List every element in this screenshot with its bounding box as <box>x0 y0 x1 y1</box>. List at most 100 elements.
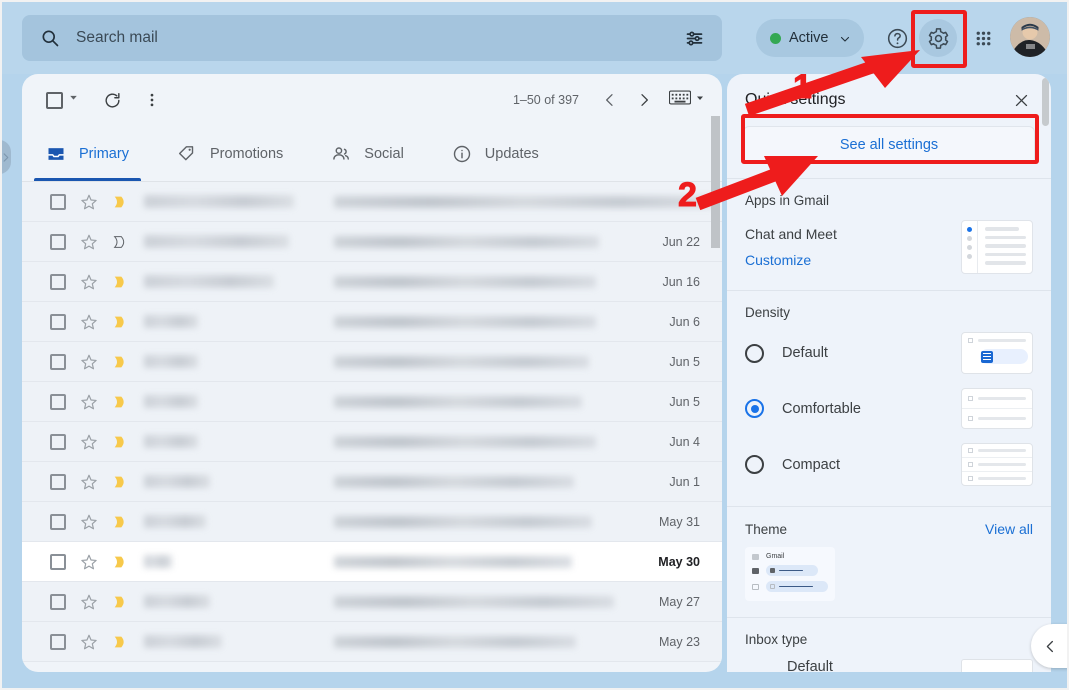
star-icon[interactable] <box>80 513 98 531</box>
important-marker-icon[interactable] <box>112 594 128 610</box>
row-checkbox[interactable] <box>50 513 66 530</box>
star-icon[interactable] <box>80 233 98 251</box>
star-icon[interactable] <box>80 273 98 291</box>
row-checkbox[interactable] <box>50 553 66 570</box>
more-vertical-icon[interactable] <box>134 82 170 118</box>
inbox-type-option-default[interactable]: Default Customize <box>745 659 1033 672</box>
input-tools-control[interactable] <box>668 90 706 110</box>
important-marker-icon[interactable] <box>112 474 128 490</box>
density-option-compact[interactable]: Compact <box>745 443 1033 486</box>
star-icon[interactable] <box>80 633 98 651</box>
row-checkbox[interactable] <box>50 633 66 650</box>
chevron-down-icon <box>694 91 706 109</box>
important-marker-icon[interactable] <box>112 634 128 650</box>
chevron-down-icon[interactable] <box>67 91 80 109</box>
sidebar-expand-handle[interactable] <box>0 140 11 174</box>
table-row[interactable]: Jun 4 <box>22 422 722 462</box>
star-icon[interactable] <box>80 433 98 451</box>
row-checkbox[interactable] <box>50 193 66 210</box>
row-checkbox[interactable] <box>50 473 66 490</box>
row-checkbox[interactable] <box>50 313 66 330</box>
search-bar[interactable] <box>22 15 722 61</box>
row-checkbox[interactable] <box>50 353 66 370</box>
theme-view-all-link[interactable]: View all <box>985 521 1033 537</box>
row-subject <box>334 515 592 528</box>
important-marker-icon[interactable] <box>112 194 128 210</box>
next-page-button[interactable] <box>629 85 659 115</box>
row-sender <box>144 555 172 568</box>
row-checkbox[interactable] <box>50 593 66 610</box>
table-row[interactable]: Jun 5 <box>22 382 722 422</box>
quick-settings-scrollbar[interactable] <box>1042 78 1049 126</box>
row-checkbox[interactable] <box>50 233 66 250</box>
table-row[interactable] <box>22 182 722 222</box>
chat-and-meet-label: Chat and Meet <box>745 226 837 242</box>
side-panel-toggle-button[interactable] <box>1031 624 1069 668</box>
table-row[interactable]: May 30 <box>22 542 722 582</box>
table-row[interactable]: May 31 <box>22 502 722 542</box>
density-option-default[interactable]: Default <box>745 332 1033 374</box>
apps-customize-link[interactable]: Customize <box>745 252 837 268</box>
row-checkbox[interactable] <box>50 393 66 410</box>
table-row[interactable]: Jun 6 <box>22 302 722 342</box>
status-chip[interactable]: Active <box>756 19 864 57</box>
important-marker-icon[interactable] <box>112 554 128 570</box>
top-bar: Active <box>0 0 1069 74</box>
radio-button[interactable] <box>745 399 764 418</box>
checkbox-icon[interactable] <box>46 91 63 109</box>
row-checkbox[interactable] <box>50 433 66 450</box>
row-subject <box>334 555 572 568</box>
info-icon <box>452 144 472 164</box>
radio-button[interactable] <box>745 455 764 474</box>
gear-icon[interactable] <box>919 19 957 57</box>
prev-page-button[interactable] <box>595 85 625 115</box>
star-icon[interactable] <box>80 313 98 331</box>
important-marker-icon[interactable] <box>112 314 128 330</box>
apps-grid-icon[interactable] <box>964 19 1002 57</box>
row-sender <box>144 235 289 248</box>
important-marker-icon[interactable] <box>112 514 128 530</box>
star-icon[interactable] <box>80 193 98 211</box>
important-marker-icon[interactable] <box>112 234 128 250</box>
filter-tune-icon[interactable] <box>676 20 712 56</box>
row-date: Jun 4 <box>669 434 700 449</box>
tab-promotions[interactable]: Promotions <box>153 126 307 181</box>
select-all-control[interactable] <box>46 91 80 109</box>
table-row[interactable]: May 27 <box>22 582 722 622</box>
help-circle-icon[interactable] <box>878 19 916 57</box>
table-row[interactable]: Jun 5 <box>22 342 722 382</box>
important-marker-icon[interactable] <box>112 434 128 450</box>
avatar[interactable] <box>1010 17 1050 57</box>
table-row[interactable]: May 23 <box>22 622 722 662</box>
theme-thumbnail[interactable]: Gmail <box>745 547 835 601</box>
table-row[interactable]: Jun 1 <box>22 462 722 502</box>
section-title: Apps in Gmail <box>745 193 830 208</box>
close-icon[interactable] <box>1005 84 1037 116</box>
density-comfortable-thumbnail <box>961 388 1033 429</box>
row-date: May 27 <box>659 594 700 609</box>
mail-list-scrollbar[interactable] <box>711 116 720 248</box>
table-row[interactable]: Jun 22 <box>22 222 722 262</box>
refresh-icon[interactable] <box>94 82 130 118</box>
quick-settings-header: Quick settings <box>727 74 1051 126</box>
see-all-settings-button[interactable]: See all settings <box>743 126 1035 164</box>
row-date: Jun 5 <box>669 394 700 409</box>
quick-settings-panel: Quick settings See all settings Apps in … <box>727 74 1051 672</box>
star-icon[interactable] <box>80 553 98 571</box>
star-icon[interactable] <box>80 393 98 411</box>
star-icon[interactable] <box>80 593 98 611</box>
search-input[interactable] <box>76 29 722 47</box>
tab-updates[interactable]: Updates <box>428 126 563 181</box>
row-checkbox[interactable] <box>50 273 66 290</box>
important-marker-icon[interactable] <box>112 394 128 410</box>
section-title: Theme <box>745 521 788 537</box>
tab-social[interactable]: Social <box>307 126 428 181</box>
star-icon[interactable] <box>80 473 98 491</box>
tab-primary[interactable]: Primary <box>22 126 153 181</box>
star-icon[interactable] <box>80 353 98 371</box>
density-option-comfortable[interactable]: Comfortable <box>745 388 1033 429</box>
radio-button[interactable] <box>745 343 764 363</box>
important-marker-icon[interactable] <box>112 354 128 370</box>
important-marker-icon[interactable] <box>112 274 128 290</box>
table-row[interactable]: Jun 16 <box>22 262 722 302</box>
